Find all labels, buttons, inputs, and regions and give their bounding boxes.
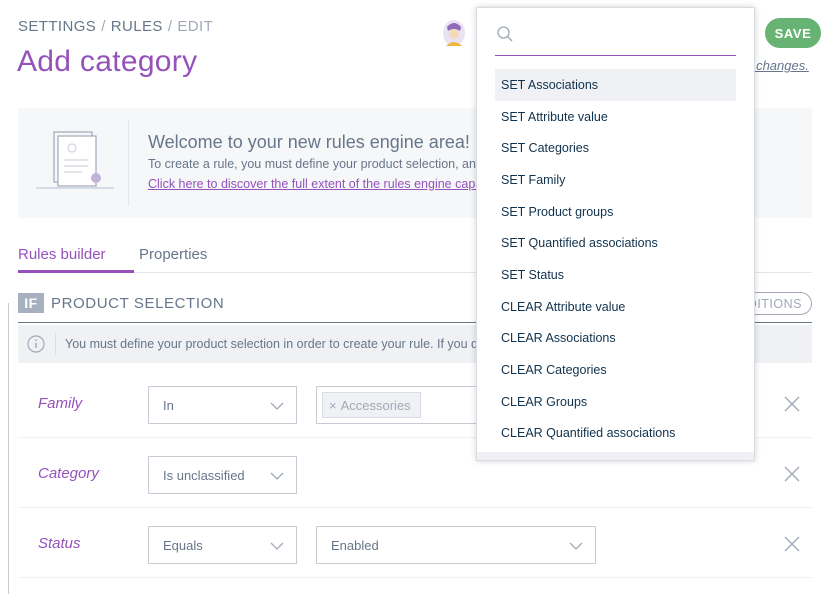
chevron-down-icon	[270, 399, 284, 410]
dropdown-footer	[477, 452, 754, 460]
chip-label: Accessories	[340, 397, 411, 413]
avatar[interactable]	[441, 18, 467, 48]
breadcrumb-separator: /	[101, 18, 106, 35]
rule-edit-page: SETTINGS / RULES / EDIT Add category SAVE ed…	[0, 0, 838, 594]
dropdown-option[interactable]: CLEAR Groups	[495, 386, 736, 418]
breadcrumb-edit: EDIT	[177, 18, 214, 35]
value-select[interactable]: Enabled	[316, 526, 596, 564]
value-multiselect[interactable]: × Accessories	[316, 386, 486, 424]
dropdown-option[interactable]: SET Associations	[495, 69, 736, 101]
operator-value: Is unclassified	[163, 467, 245, 483]
operator-value: In	[163, 397, 174, 413]
condition-row-status: Status Equals Enabled	[18, 508, 812, 578]
helper-discover-link[interactable]: Click here to discover the full extent o…	[148, 177, 489, 191]
save-button[interactable]: SAVE	[765, 18, 821, 48]
dropdown-option[interactable]: SET Quantified associations	[495, 227, 736, 259]
page-title: Add category	[17, 45, 198, 78]
chip-remove-icon[interactable]: ×	[329, 398, 337, 413]
breadcrumb-rules[interactable]: RULES	[111, 18, 163, 35]
dropdown-option[interactable]: SET Categories	[495, 132, 736, 164]
search-input[interactable]	[495, 20, 736, 56]
operator-select[interactable]: Equals	[148, 526, 297, 564]
tab-rules-builder[interactable]: Rules builder	[18, 246, 134, 273]
section-rail	[8, 303, 9, 594]
breadcrumb: SETTINGS / RULES / EDIT	[18, 18, 213, 35]
condition-field-label: Status	[38, 535, 81, 552]
dropdown-option[interactable]: SET Product groups	[495, 196, 736, 228]
operator-select[interactable]: Is unclassified	[148, 456, 297, 494]
breadcrumb-settings[interactable]: SETTINGS	[18, 18, 96, 35]
value-chip: × Accessories	[322, 392, 421, 418]
dropdown-option[interactable]: SET Status	[495, 259, 736, 291]
section-title: PRODUCT SELECTION	[51, 295, 225, 312]
condition-field-label: Category	[38, 465, 99, 482]
breadcrumb-separator: /	[167, 18, 173, 35]
info-separator	[55, 333, 56, 355]
dropdown-option[interactable]: SET Attribute value	[495, 101, 736, 133]
info-text: You must define your product selection i…	[65, 337, 492, 351]
action-dropdown: SET Associations SET Attribute value SET…	[476, 7, 755, 461]
dropdown-option[interactable]: CLEAR Associations	[495, 323, 736, 355]
close-icon[interactable]	[783, 395, 801, 413]
close-icon[interactable]	[783, 535, 801, 553]
dropdown-option[interactable]: CLEAR Quantified associations	[495, 418, 736, 450]
dropdown-list: SET Associations SET Attribute value SET…	[495, 69, 736, 449]
helper-title: Welcome to your new rules engine area!	[148, 132, 470, 152]
if-badge: IF	[18, 293, 44, 313]
info-icon	[27, 335, 45, 353]
operator-select[interactable]: In	[148, 386, 297, 424]
close-icon[interactable]	[783, 465, 801, 483]
helper-divider	[128, 120, 129, 206]
condition-field-label: Family	[38, 395, 83, 412]
chevron-down-icon	[270, 539, 284, 550]
dropdown-option[interactable]: CLEAR Categories	[495, 354, 736, 386]
rules-illustration-icon	[36, 126, 116, 196]
value-text: Enabled	[331, 537, 379, 553]
chevron-down-icon	[270, 469, 284, 480]
chevron-down-icon	[569, 539, 583, 550]
helper-text: To create a rule, you must define your p…	[148, 157, 490, 171]
operator-value: Equals	[163, 537, 203, 553]
tab-properties[interactable]: Properties	[139, 246, 207, 273]
dropdown-option[interactable]: CLEAR Attribute value	[495, 291, 736, 323]
dropdown-option[interactable]: SET Family	[495, 164, 736, 196]
